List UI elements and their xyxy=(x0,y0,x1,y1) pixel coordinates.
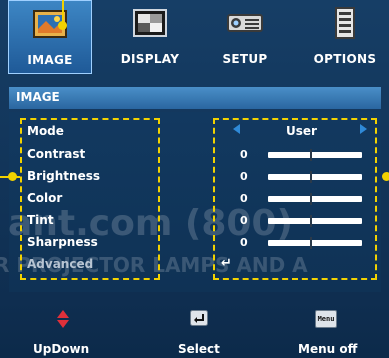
section-title-bar: IMAGE xyxy=(9,87,381,109)
annotation-dot xyxy=(58,21,67,30)
menu-off-label: Menu off xyxy=(298,342,358,356)
annotation-dot-right xyxy=(382,172,389,181)
tab-bar: IMAGE DISPLAY SETUP OPTIONS xyxy=(8,0,389,76)
labels-highlight-box xyxy=(20,118,160,280)
tab-image-label: IMAGE xyxy=(27,53,73,67)
annotation-dot-left xyxy=(8,172,17,181)
menu-key-icon: Menu xyxy=(315,310,337,328)
annotation-line xyxy=(62,0,64,22)
tab-image[interactable]: IMAGE xyxy=(8,0,92,74)
tab-setup[interactable]: SETUP xyxy=(203,0,287,74)
tab-display[interactable]: DISPLAY xyxy=(108,0,192,74)
tab-display-label: DISPLAY xyxy=(120,52,180,66)
updown-arrows-icon xyxy=(57,310,69,328)
select-label: Select xyxy=(178,342,220,356)
updown-label: UpDown xyxy=(33,342,90,356)
display-icon xyxy=(133,9,167,37)
tab-options[interactable]: OPTIONS xyxy=(303,0,387,74)
tab-setup-label: SETUP xyxy=(222,52,268,66)
tab-options-label: OPTIONS xyxy=(313,52,377,66)
options-icon xyxy=(335,7,355,39)
setup-icon xyxy=(227,14,263,32)
enter-key-icon xyxy=(190,310,208,326)
values-highlight-box xyxy=(213,118,377,280)
section-title: IMAGE xyxy=(16,90,60,104)
projector-osd-menu: IMAGE DISPLAY SETUP OPTIONS IMAGE ant.co… xyxy=(0,0,389,358)
bottom-help-bar: UpDown Select Menu Menu off xyxy=(0,304,389,358)
